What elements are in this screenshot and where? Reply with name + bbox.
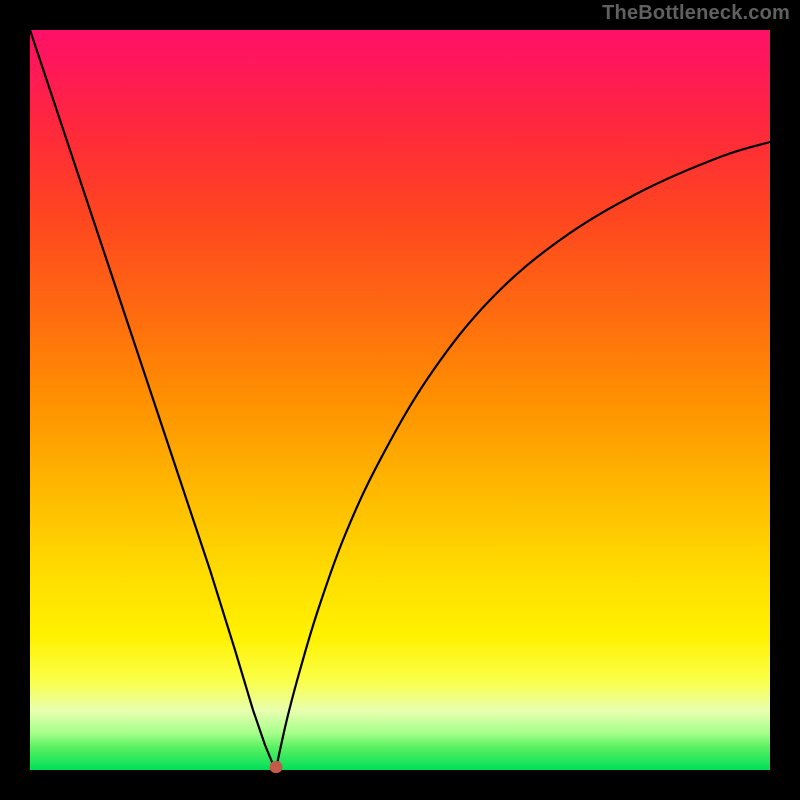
minimum-marker <box>270 761 283 773</box>
watermark-text: TheBottleneck.com <box>602 2 790 25</box>
plot-area <box>30 30 770 770</box>
curve-left-branch <box>30 30 276 770</box>
curve-svg <box>30 30 770 770</box>
chart-frame: TheBottleneck.com <box>0 0 800 800</box>
curve-right-branch <box>276 142 770 770</box>
